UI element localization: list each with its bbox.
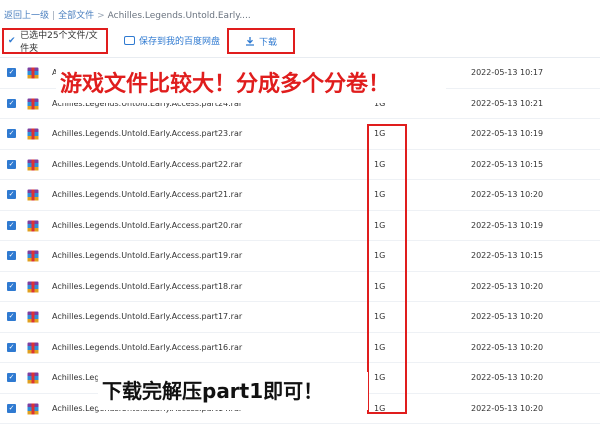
annotation-bottom: 下载完解压part1即可！: [102, 375, 323, 404]
file-list: ✓ Achilles.Legends.Untold.Early.Access.pa…: [0, 58, 600, 424]
cloud-save-icon: [124, 36, 135, 45]
row-checkbox[interactable]: ✓: [7, 282, 16, 291]
file-date: 2022-05-13 10:15: [471, 251, 543, 260]
file-name[interactable]: Achilles.Legends.Untold.Early.Access.par…: [52, 343, 242, 352]
selected-count-label: 已选中25个文件/文件夹: [20, 28, 106, 54]
table-row[interactable]: ✓ Achilles.Legends.Untold.Early.Access.pa…: [0, 211, 600, 242]
table-row[interactable]: ✓ Achilles.Legends.Untold.Early.Access.pa…: [0, 241, 600, 272]
breadcrumb-separator: |: [52, 11, 55, 21]
row-checkbox[interactable]: ✓: [7, 221, 16, 230]
row-checkbox[interactable]: ✓: [7, 68, 16, 77]
download-button-label: 下载: [259, 35, 277, 48]
file-date: 2022-05-13 10:19: [471, 221, 543, 230]
winrar-archive-icon: [27, 189, 39, 201]
checkmark-icon: ✔: [8, 37, 16, 46]
winrar-archive-icon: [27, 159, 39, 171]
winrar-archive-icon: [27, 403, 39, 415]
file-date: 2022-05-13 10:20: [471, 312, 543, 321]
file-date: 2022-05-13 10:20: [471, 373, 543, 382]
row-checkbox[interactable]: ✓: [7, 343, 16, 352]
breadcrumb-current: Achilles.Legends.Untold.Early....: [108, 11, 251, 21]
file-date: 2022-05-13 10:20: [471, 404, 543, 413]
breadcrumb-all-files-link[interactable]: 全部文件: [58, 11, 94, 21]
file-date: 2022-05-13 10:20: [471, 190, 543, 199]
file-date: 2022-05-13 10:21: [471, 99, 543, 108]
table-row[interactable]: ✓ Achilles.Legends.Untold.Early.Access.pa…: [0, 119, 600, 150]
winrar-archive-icon: [27, 98, 39, 110]
winrar-archive-icon: [27, 67, 39, 79]
winrar-archive-icon: [27, 311, 39, 323]
row-checkbox[interactable]: ✓: [7, 312, 16, 321]
file-name[interactable]: Achilles.Legends.Untold.Early.Access.par…: [52, 190, 242, 199]
file-name[interactable]: Achilles.Legends.Untold.Early.Access.par…: [52, 160, 242, 169]
row-checkbox[interactable]: ✓: [7, 190, 16, 199]
save-button-label: 保存到我的百度网盘: [139, 34, 220, 47]
winrar-archive-icon: [27, 281, 39, 293]
file-name[interactable]: Achilles.Legends.Untold.Early.Access.par…: [52, 282, 242, 291]
file-date: 2022-05-13 10:19: [471, 129, 543, 138]
download-icon: [245, 36, 255, 46]
winrar-archive-icon: [27, 250, 39, 262]
row-checkbox[interactable]: ✓: [7, 251, 16, 260]
breadcrumb-back-link[interactable]: 返回上一级: [4, 11, 49, 21]
winrar-archive-icon: [27, 128, 39, 140]
file-date: 2022-05-13 10:20: [471, 282, 543, 291]
save-to-netdisk-button[interactable]: 保存到我的百度网盘: [124, 34, 220, 47]
winrar-archive-icon: [27, 342, 39, 354]
file-name[interactable]: Achilles.Legends.Untold.Early.Access.par…: [52, 251, 242, 260]
download-button[interactable]: 下载: [227, 28, 295, 54]
file-name[interactable]: Achilles.Legends.Untold.Early.Access.par…: [52, 129, 242, 138]
breadcrumb: 返回上一级|全部文件>Achilles.Legends.Untold.Early…: [4, 8, 251, 21]
file-name[interactable]: Achilles.Legends.Untold.Early.Access.par…: [52, 312, 242, 321]
table-row[interactable]: ✓ Achilles.Legends.Untold.Early.Access.pa…: [0, 333, 600, 364]
breadcrumb-separator: >: [97, 11, 105, 21]
winrar-archive-icon: [27, 372, 39, 384]
winrar-archive-icon: [27, 220, 39, 232]
table-row[interactable]: ✓ Achilles.Legends.Untold.Early.Access.pa…: [0, 150, 600, 181]
file-date: 2022-05-13 10:15: [471, 160, 543, 169]
row-checkbox[interactable]: ✓: [7, 373, 16, 382]
row-checkbox[interactable]: ✓: [7, 99, 16, 108]
size-column-highlight: [367, 124, 407, 414]
row-checkbox[interactable]: ✓: [7, 160, 16, 169]
row-checkbox[interactable]: ✓: [7, 129, 16, 138]
file-name[interactable]: Achilles.Legends.Untold.Early.Access.par…: [52, 221, 242, 230]
table-row[interactable]: ✓ Achilles.Legends.Untold.Early.Access.pa…: [0, 272, 600, 303]
select-all-checkbox[interactable]: ✔ 已选中25个文件/文件夹: [2, 28, 108, 54]
table-row[interactable]: ✓ Achilles.Legends.Untold.Early.Access.pa…: [0, 302, 600, 333]
row-checkbox[interactable]: ✓: [7, 404, 16, 413]
table-row[interactable]: ✓ Achilles.Legends.Untold.Early.Access.pa…: [0, 180, 600, 211]
file-date: 2022-05-13 10:17: [471, 68, 543, 77]
toolbar: ✔ 已选中25个文件/文件夹 保存到我的百度网盘 下载: [0, 26, 600, 56]
annotation-top: 游戏文件比较大！分成多个分卷！: [60, 66, 390, 98]
file-date: 2022-05-13 10:20: [471, 343, 543, 352]
